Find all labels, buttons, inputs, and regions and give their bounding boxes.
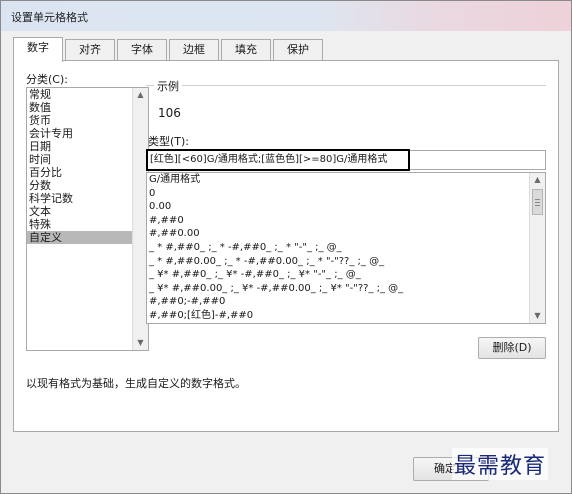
category-item-number[interactable]: 数值 [27,101,132,114]
tab-strip: 数字 对齐 字体 边框 填充 保护 [13,37,572,62]
delete-button[interactable]: 删除(D) [478,337,546,359]
category-item-currency[interactable]: 货币 [27,114,132,127]
category-item-text[interactable]: 文本 [27,205,132,218]
format-item[interactable]: _ * #,##0_ ;_ * -#,##0_ ;_ * "-"_ ;_ @_ [147,241,530,255]
tab-alignment[interactable]: 对齐 [65,39,115,61]
scroll-down-icon[interactable]: ▼ [530,309,545,323]
window-title: 设置单元格格式 [11,11,88,24]
format-item[interactable]: G/通用格式 [147,173,530,187]
type-label: 类型(T): [148,135,190,148]
format-item[interactable]: _ ¥* #,##0.00_ ;_ ¥* -#,##0.00_ ;_ ¥* "-… [147,282,530,296]
format-list[interactable]: G/通用格式 0 0.00 #,##0 #,##0.00 _ * #,##0_ … [146,172,546,324]
category-item-scientific[interactable]: 科学记数 [27,192,132,205]
type-input[interactable]: [红色][<60]G/通用格式;[蓝色色][>=80]G/通用格式 [146,149,410,171]
category-item-custom[interactable]: 自定义 [27,231,132,244]
category-item-time[interactable]: 时间 [27,153,132,166]
sample-value: 106 [158,106,181,120]
category-item-date[interactable]: 日期 [27,140,132,153]
category-item-general[interactable]: 常规 [27,88,132,101]
format-cells-dialog: 设置单元格格式 数字 对齐 字体 边框 填充 保护 分类(C): 常规 数值 货… [0,0,572,494]
category-item-percentage[interactable]: 百分比 [27,166,132,179]
sample-label: 示例 [154,78,182,94]
format-item[interactable]: #,##0;-#,##0 [147,295,530,309]
format-item[interactable]: #,##0;[红色]-#,##0 [147,309,530,323]
category-list[interactable]: 常规 数值 货币 会计专用 日期 时间 百分比 分数 科学记数 文本 特殊 自定… [26,87,149,351]
tab-font[interactable]: 字体 [117,39,167,61]
format-item[interactable]: _ ¥* #,##0_ ;_ ¥* -#,##0_ ;_ ¥* "-"_ ;_ … [147,268,530,282]
category-item-special[interactable]: 特殊 [27,218,132,231]
scroll-up-icon[interactable]: ▲ [530,173,545,187]
sample-group: 示例 106 [146,78,546,125]
tab-border[interactable]: 边框 [169,39,219,61]
tab-protection[interactable]: 保护 [273,39,323,61]
type-input-extension[interactable] [410,150,546,170]
tab-number[interactable]: 数字 [13,37,63,62]
format-item[interactable]: 0.00 [147,200,530,214]
format-description: 以现有格式为基础，生成自定义的数字格式。 [26,377,246,390]
format-item[interactable]: #,##0.00 [147,227,530,241]
format-list-scrollbar[interactable]: ▲ ▼ [529,173,545,323]
category-item-fraction[interactable]: 分数 [27,179,132,192]
scroll-down-icon[interactable]: ▼ [133,336,148,350]
scroll-thumb[interactable] [532,189,543,215]
watermark-logo: 最需教育 [452,448,549,480]
format-item[interactable]: #,##0 [147,214,530,228]
title-bar[interactable]: 设置单元格格式 [1,1,571,31]
tab-fill[interactable]: 填充 [221,39,271,61]
number-tab-panel: 分类(C): 常规 数值 货币 会计专用 日期 时间 百分比 分数 科学记数 文… [13,60,559,432]
format-item[interactable]: _ * #,##0.00_ ;_ * -#,##0.00_ ;_ * "-"??… [147,255,530,269]
format-item[interactable]: 0 [147,187,530,201]
category-label: 分类(C): [26,73,68,86]
category-item-accounting[interactable]: 会计专用 [27,127,132,140]
